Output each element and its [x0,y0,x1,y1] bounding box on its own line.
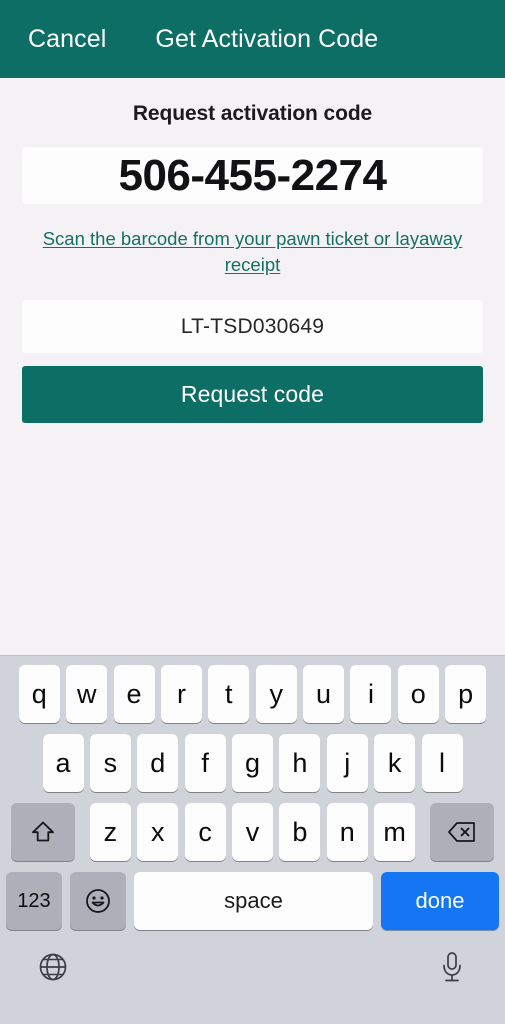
keyboard-row-4: 123 space done [0,872,505,930]
key-l[interactable]: l [421,734,463,792]
key-w[interactable]: w [66,665,108,723]
navigation-bar: Cancel Get Activation Code [0,0,505,78]
globe-key[interactable] [32,946,74,988]
dictation-key[interactable] [431,946,473,988]
key-i[interactable]: i [350,665,392,723]
smiley-face-icon [84,887,112,915]
key-d[interactable]: d [137,734,179,792]
form-content: Request activation code 506-455-2274 Sca… [0,78,505,655]
phone-number-value: 506-455-2274 [118,150,387,200]
shift-arrow-icon [30,819,56,845]
shift-key[interactable] [10,803,75,861]
key-n[interactable]: n [326,803,368,861]
key-s[interactable]: s [89,734,131,792]
scan-barcode-link[interactable]: Scan the barcode from your pawn ticket o… [22,226,483,278]
done-key[interactable]: done [381,872,499,930]
key-k[interactable]: k [374,734,416,792]
keyboard-row-1: qwertyuiop [0,665,505,723]
key-f[interactable]: f [184,734,226,792]
ticket-number-field[interactable]: LT-TSD030649 [22,300,483,353]
phone-number-field[interactable]: 506-455-2274 [22,147,483,204]
key-h[interactable]: h [279,734,321,792]
key-j[interactable]: j [326,734,368,792]
key-g[interactable]: g [232,734,273,792]
app-screen: Cancel Get Activation Code Request activ… [0,0,505,1024]
key-a[interactable]: a [42,734,84,792]
globe-icon [36,950,70,984]
cancel-button[interactable]: Cancel [26,21,108,58]
emoji-key[interactable] [70,872,126,930]
page-title: Get Activation Code [155,24,379,53]
key-o[interactable]: o [397,665,439,723]
key-z[interactable]: z [89,803,131,861]
numbers-key[interactable]: 123 [6,872,62,930]
keyboard-row-2: asdfghjkl [0,734,505,792]
backspace-key[interactable] [430,803,495,861]
key-v[interactable]: v [232,803,273,861]
key-c[interactable]: c [184,803,226,861]
key-e[interactable]: e [113,665,155,723]
request-code-button[interactable]: Request code [22,366,483,423]
key-y[interactable]: y [255,665,297,723]
keyboard-bottom-bar [0,937,505,1003]
key-x[interactable]: x [137,803,179,861]
microphone-icon [437,950,467,984]
section-heading: Request activation code [132,102,373,125]
backspace-icon [447,820,477,844]
key-m[interactable]: m [374,803,416,861]
key-t[interactable]: t [208,665,250,723]
key-p[interactable]: p [445,665,487,723]
ticket-number-value: LT-TSD030649 [180,314,325,338]
key-b[interactable]: b [279,803,321,861]
key-q[interactable]: q [18,665,60,723]
keyboard-row-3: zxcvbnm [0,803,505,861]
key-r[interactable]: r [160,665,202,723]
on-screen-keyboard: qwertyuiop asdfghjkl zxcvbnm 123 space d… [0,655,505,1024]
key-u[interactable]: u [303,665,345,723]
space-key[interactable]: space [134,872,373,930]
